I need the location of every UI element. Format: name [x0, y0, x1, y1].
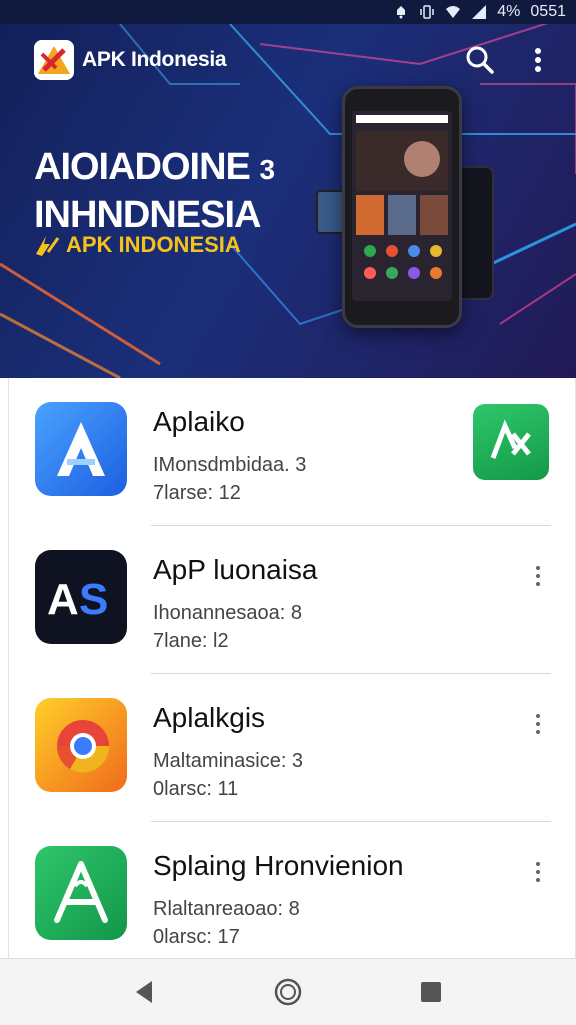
chrome-icon	[35, 698, 127, 792]
battery-level: 4%	[497, 3, 521, 20]
vibrate-icon	[420, 5, 435, 19]
app-subtitle: Rlaltanreaoao: 8	[153, 898, 300, 920]
app-meta: 7lane: l2	[153, 630, 229, 652]
app-title: APK Indonesia	[82, 48, 227, 71]
search-icon[interactable]	[464, 44, 496, 76]
a-tripod-icon	[35, 846, 127, 940]
apk-logo-icon[interactable]	[34, 40, 74, 80]
app-subtitle: Maltaminasice: 3	[153, 750, 304, 772]
wifi-icon	[446, 6, 461, 18]
notification-icon	[397, 6, 406, 19]
banner-tagline: APK INDONESIA	[34, 232, 241, 258]
app-meta: 7larse: 12	[153, 482, 241, 504]
app-subtitle: Ihonannesaoa: 8	[153, 602, 303, 624]
more-vert-icon[interactable]	[533, 714, 543, 738]
home-icon[interactable]	[273, 977, 303, 1007]
status-bar: 4% 0551	[0, 0, 576, 24]
app-bar-brand: APK Indonesia	[34, 40, 227, 80]
svg-text:S: S	[79, 575, 108, 624]
list-item[interactable]: AS ApP luonaisa Ihonannesaoa: 8 7lane: l…	[9, 526, 575, 674]
list-item[interactable]: Splaing Hronvienion Rlaltanreaoao: 8 0la…	[9, 822, 575, 958]
banner-headline-1: AIOIADOINE 3	[34, 146, 275, 188]
clock: 0551	[530, 3, 566, 20]
hero-banner: APK Indonesia AIOIADOINE 3 INHNDNESIA AP…	[0, 24, 576, 378]
app-title: Splaing Hronvienion	[153, 850, 404, 881]
list-item[interactable]: Aplaiko IMonsdmbidaa. 3 7larse: 12	[9, 378, 575, 526]
app-list: Aplaiko IMonsdmbidaa. 3 7larse: 12 AS Ap…	[8, 378, 576, 958]
download-badge-icon	[490, 419, 531, 459]
install-button[interactable]	[473, 404, 549, 480]
app-title: Aplaiko	[153, 406, 245, 437]
app-meta: 0larsc: 17	[153, 926, 240, 948]
signal-icon	[472, 5, 487, 19]
back-icon[interactable]	[130, 977, 160, 1007]
arrow-a-icon	[35, 402, 127, 496]
svg-text:A: A	[47, 575, 79, 624]
bolt-icon	[36, 236, 60, 256]
app-title: Aplalkgis	[153, 702, 266, 733]
list-item[interactable]: Aplalkgis Maltaminasice: 3 0larsc: 11	[9, 674, 575, 822]
phone-screen	[352, 111, 452, 301]
app-meta: 0larsc: 11	[153, 778, 239, 800]
more-vert-icon[interactable]	[533, 566, 543, 590]
more-vert-icon[interactable]	[522, 44, 554, 76]
system-nav-bar	[0, 958, 576, 1025]
app-subtitle: IMonsdmbidaa. 3	[153, 454, 307, 476]
phone-mockup	[342, 86, 462, 328]
app-title: ApP luonaisa	[153, 554, 318, 585]
more-vert-icon[interactable]	[533, 862, 543, 886]
as-logo-icon: AS	[35, 550, 127, 644]
recents-icon[interactable]	[416, 977, 446, 1007]
